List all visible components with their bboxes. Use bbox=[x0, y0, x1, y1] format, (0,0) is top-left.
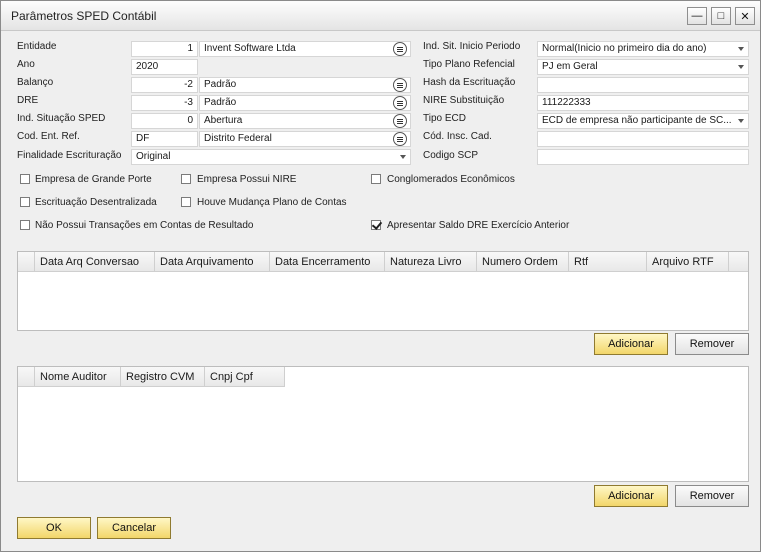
mudanca-plano-label: Houve Mudança Plano de Contas bbox=[197, 197, 347, 208]
cod-ent-ref-code-field[interactable]: DF bbox=[131, 131, 198, 147]
row-selector-header bbox=[18, 252, 34, 272]
minimize-button[interactable]: — bbox=[687, 7, 707, 25]
col-rtf[interactable]: Rtf bbox=[568, 252, 646, 272]
finalidade-dropdown[interactable]: Original bbox=[131, 149, 411, 165]
tipo-plano-value: PJ em Geral bbox=[542, 61, 598, 72]
cod-ent-ref-label: Cod. Ent. Ref. bbox=[17, 131, 80, 142]
desentralizada-checkbox[interactable] bbox=[20, 197, 30, 207]
conglomerados-label: Conglomerados Econômicos bbox=[387, 174, 515, 185]
tipo-ecd-value: ECD de empresa não participante de SC... bbox=[542, 115, 732, 126]
dre-link-icon[interactable] bbox=[393, 96, 407, 110]
entidade-code-field[interactable]: 1 bbox=[131, 41, 198, 57]
col-natureza-livro[interactable]: Natureza Livro bbox=[384, 252, 476, 272]
desentralizada-label: Escrituação Desentralizada bbox=[35, 197, 157, 208]
chevron-down-icon bbox=[738, 47, 744, 51]
balanco-name-field[interactable]: Padrão bbox=[199, 77, 411, 93]
dre-code-field[interactable]: -3 bbox=[131, 95, 198, 111]
ind-sit-inicio-value: Normal(Inicio no primeiro dia do ano) bbox=[542, 43, 707, 54]
tipo-plano-dropdown[interactable]: PJ em Geral bbox=[537, 59, 749, 75]
livros-grid: Data Arq Conversao Data Arquivamento Dat… bbox=[17, 251, 749, 331]
chevron-down-icon bbox=[400, 155, 406, 159]
chevron-down-icon bbox=[738, 119, 744, 123]
chevron-down-icon bbox=[738, 65, 744, 69]
codigo-scp-field[interactable] bbox=[537, 149, 749, 165]
hash-field[interactable] bbox=[537, 77, 749, 93]
possui-nire-label: Empresa Possui NIRE bbox=[197, 174, 297, 185]
livros-adicionar-button[interactable]: Adicionar bbox=[594, 333, 668, 355]
col-data-encerramento[interactable]: Data Encerramento bbox=[269, 252, 384, 272]
hash-label: Hash da Escrituação bbox=[423, 77, 516, 88]
window-title: Parâmetros SPED Contábil bbox=[11, 9, 157, 23]
ind-situacao-code-field[interactable]: 0 bbox=[131, 113, 198, 129]
col-nome-auditor[interactable]: Nome Auditor bbox=[34, 367, 120, 387]
cod-insc-field[interactable] bbox=[537, 131, 749, 147]
ind-situacao-link-icon[interactable] bbox=[393, 114, 407, 128]
col-registro-cvm[interactable]: Registro CVM bbox=[120, 367, 204, 387]
ok-button[interactable]: OK bbox=[17, 517, 91, 539]
close-button[interactable]: ✕ bbox=[735, 7, 755, 25]
mudanca-plano-checkbox[interactable] bbox=[181, 197, 191, 207]
codigo-scp-label: Codigo SCP bbox=[423, 150, 479, 161]
tipo-ecd-dropdown[interactable]: ECD de empresa não participante de SC... bbox=[537, 113, 749, 129]
conglomerados-checkbox[interactable] bbox=[371, 174, 381, 184]
saldo-dre-checkbox[interactable] bbox=[371, 220, 381, 230]
ind-situacao-name-field[interactable]: Abertura bbox=[199, 113, 411, 129]
col-numero-ordem[interactable]: Numero Ordem bbox=[476, 252, 568, 272]
cod-insc-label: Cód. Insc. Cad. bbox=[423, 131, 492, 142]
cancel-button[interactable]: Cancelar bbox=[97, 517, 171, 539]
balanco-link-icon[interactable] bbox=[393, 78, 407, 92]
ind-sit-inicio-label: Ind. Sit. Inicio Periodo bbox=[423, 41, 521, 52]
saldo-dre-label: Apresentar Saldo DRE Exercício Anterior bbox=[387, 220, 570, 231]
entidade-link-icon[interactable] bbox=[393, 42, 407, 56]
possui-nire-checkbox[interactable] bbox=[181, 174, 191, 184]
balanco-label: Balanço bbox=[17, 77, 54, 88]
ind-sit-inicio-dropdown[interactable]: Normal(Inicio no primeiro dia do ano) bbox=[537, 41, 749, 57]
ano-label: Ano bbox=[17, 59, 35, 70]
row-selector-header bbox=[18, 367, 34, 387]
cod-ent-ref-link-icon[interactable] bbox=[393, 132, 407, 146]
dre-name-field[interactable]: Padrão bbox=[199, 95, 411, 111]
auditores-grid-header: Nome Auditor Registro CVM Cnpj Cpf bbox=[18, 367, 285, 387]
title-bar: Parâmetros SPED Contábil — □ ✕ bbox=[1, 1, 760, 31]
auditores-adicionar-button[interactable]: Adicionar bbox=[594, 485, 668, 507]
col-data-arq-conversao[interactable]: Data Arq Conversao bbox=[34, 252, 154, 272]
balanco-code-field[interactable]: -2 bbox=[131, 77, 198, 93]
cod-ent-ref-name-field[interactable]: Distrito Federal bbox=[199, 131, 411, 147]
entidade-name-field[interactable]: Invent Software Ltda bbox=[199, 41, 411, 57]
col-cnpj-cpf[interactable]: Cnpj Cpf bbox=[204, 367, 285, 387]
nire-label: NIRE Substituição bbox=[423, 95, 505, 106]
livros-grid-header: Data Arq Conversao Data Arquivamento Dat… bbox=[18, 252, 748, 272]
maximize-button[interactable]: □ bbox=[711, 7, 731, 25]
auditores-grid: Nome Auditor Registro CVM Cnpj Cpf bbox=[17, 366, 749, 482]
finalidade-value: Original bbox=[136, 151, 171, 162]
dre-label: DRE bbox=[17, 95, 39, 106]
col-data-arquivamento[interactable]: Data Arquivamento bbox=[154, 252, 269, 272]
entidade-label: Entidade bbox=[17, 41, 57, 52]
auditores-remover-button[interactable]: Remover bbox=[675, 485, 749, 507]
col-arquivo-rtf[interactable]: Arquivo RTF bbox=[646, 252, 728, 272]
nao-possui-transacoes-checkbox[interactable] bbox=[20, 220, 30, 230]
livros-remover-button[interactable]: Remover bbox=[675, 333, 749, 355]
tipo-plano-label: Tipo Plano Refencial bbox=[423, 59, 515, 70]
ano-field[interactable]: 2020 bbox=[131, 59, 198, 75]
grid-filler-header bbox=[728, 252, 748, 272]
ind-situacao-label: Ind. Situação SPED bbox=[17, 113, 106, 124]
grande-porte-label: Empresa de Grande Porte bbox=[35, 174, 152, 185]
finalidade-label: Finalidade Escrituração bbox=[17, 150, 122, 161]
nire-field[interactable]: 111222333 bbox=[537, 95, 749, 111]
grande-porte-checkbox[interactable] bbox=[20, 174, 30, 184]
tipo-ecd-label: Tipo ECD bbox=[423, 113, 466, 124]
nao-possui-transacoes-label: Não Possui Transações em Contas de Resul… bbox=[35, 220, 254, 231]
sped-parameters-window: Parâmetros SPED Contábil — □ ✕ Entidade … bbox=[0, 0, 761, 552]
